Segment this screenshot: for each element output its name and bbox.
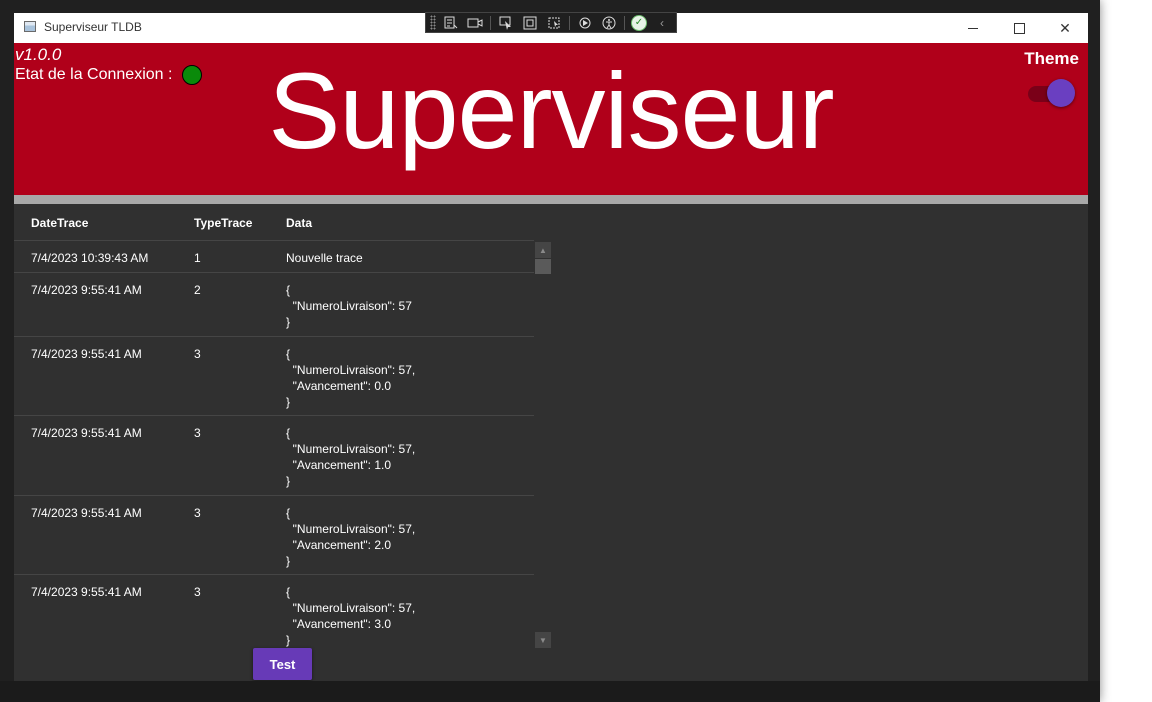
window-bottom-edge xyxy=(0,681,1100,702)
toggle-thumb[interactable] xyxy=(1047,79,1075,107)
hot-reload-icon[interactable] xyxy=(576,15,594,31)
cell-data: { "NumeroLivraison": 57, "Avancement": 2… xyxy=(286,506,416,568)
cell-date: 7/4/2023 9:55:41 AM xyxy=(31,426,142,440)
toolbar-separator xyxy=(490,15,491,30)
scrollbar-thumb[interactable] xyxy=(535,259,551,274)
vertical-scrollbar[interactable]: ▲ ▼ xyxy=(535,242,552,648)
title-bar[interactable]: Superviseur TLDB ✓ ‹ ✕ xyxy=(14,12,1088,43)
cell-date: 7/4/2023 9:55:41 AM xyxy=(31,585,142,599)
cell-data: { "NumeroLivraison": 57 } xyxy=(286,283,412,329)
cell-type: 2 xyxy=(194,283,201,297)
table-header: DateTrace TypeTrace Data xyxy=(14,204,534,241)
table-row[interactable]: 7/4/2023 9:55:41 AM 3 { "NumeroLivraison… xyxy=(14,496,534,575)
cell-data: Nouvelle trace xyxy=(286,251,363,265)
test-button[interactable]: Test xyxy=(253,648,312,680)
table-row[interactable]: 7/4/2023 10:39:43 AM 1 Nouvelle trace xyxy=(14,241,534,273)
live-visual-tree-icon[interactable] xyxy=(442,15,460,31)
page-title: Superviseur xyxy=(268,50,834,171)
theme-label: Theme xyxy=(1024,49,1079,68)
binding-check-icon[interactable]: ✓ xyxy=(631,14,647,31)
theme-toggle[interactable] xyxy=(1028,79,1075,107)
debug-toolbar: ✓ ‹ xyxy=(425,12,677,33)
cell-date: 7/4/2023 10:39:43 AM xyxy=(31,251,149,265)
toolbar-separator xyxy=(569,15,570,30)
maximize-icon xyxy=(1013,22,1025,34)
cell-type: 3 xyxy=(194,426,201,440)
column-header-typetrace[interactable]: TypeTrace xyxy=(194,216,252,230)
cell-data: { "NumeroLivraison": 57, "Avancement": 1… xyxy=(286,426,416,488)
cell-date: 7/4/2023 9:55:41 AM xyxy=(31,347,142,361)
grip-icon[interactable] xyxy=(430,15,436,30)
close-icon: ✕ xyxy=(1059,19,1071,36)
toolbar-separator xyxy=(624,15,625,30)
cell-date: 7/4/2023 9:55:41 AM xyxy=(31,506,142,520)
header-divider xyxy=(14,195,1088,204)
collapse-toolbar-icon[interactable]: ‹ xyxy=(653,15,671,31)
app-icon xyxy=(24,21,36,32)
cell-date: 7/4/2023 9:55:41 AM xyxy=(31,283,142,297)
cell-data: { "NumeroLivraison": 57, "Avancement": 0… xyxy=(286,347,416,409)
cell-type: 3 xyxy=(194,585,201,599)
table-body[interactable]: 7/4/2023 10:39:43 AM 1 Nouvelle trace 7/… xyxy=(14,241,534,648)
display-layout-adorners-icon[interactable] xyxy=(521,15,539,31)
main-content: DateTrace TypeTrace Data 7/4/2023 10:39:… xyxy=(14,204,1088,681)
track-focus-icon[interactable] xyxy=(545,15,563,31)
column-header-data[interactable]: Data xyxy=(286,216,312,230)
camera-icon[interactable] xyxy=(466,15,484,31)
accessibility-icon[interactable] xyxy=(600,15,618,31)
window-controls: ✕ xyxy=(950,13,1088,43)
table-row[interactable]: 7/4/2023 9:55:41 AM 3 { "NumeroLivraison… xyxy=(14,337,534,416)
trace-table: DateTrace TypeTrace Data 7/4/2023 10:39:… xyxy=(14,204,552,648)
scroll-up-icon[interactable]: ▲ xyxy=(535,242,551,258)
cell-type: 1 xyxy=(194,251,201,265)
cell-type: 3 xyxy=(194,347,201,361)
table-row[interactable]: 7/4/2023 9:55:41 AM 3 { "NumeroLivraison… xyxy=(14,416,534,496)
select-element-icon[interactable] xyxy=(497,15,515,31)
app-window: Superviseur TLDB ✓ ‹ ✕ v1.0.0 Etat de la… xyxy=(0,0,1100,702)
minimize-icon xyxy=(968,27,978,29)
scroll-down-icon[interactable]: ▼ xyxy=(535,632,551,648)
cell-type: 3 xyxy=(194,506,201,520)
maximize-button[interactable] xyxy=(996,13,1042,43)
header-banner: v1.0.0 Etat de la Connexion : Superviseu… xyxy=(14,43,1088,195)
cell-data: { "NumeroLivraison": 57, "Avancement": 3… xyxy=(286,585,416,647)
column-header-datetrace[interactable]: DateTrace xyxy=(31,216,88,230)
minimize-button[interactable] xyxy=(950,13,996,43)
close-button[interactable]: ✕ xyxy=(1042,13,1088,43)
window-title: Superviseur TLDB xyxy=(44,20,142,34)
table-row[interactable]: 7/4/2023 9:55:41 AM 2 { "NumeroLivraison… xyxy=(14,273,534,337)
table-row[interactable]: 7/4/2023 9:55:41 AM 3 { "NumeroLivraison… xyxy=(14,575,534,648)
